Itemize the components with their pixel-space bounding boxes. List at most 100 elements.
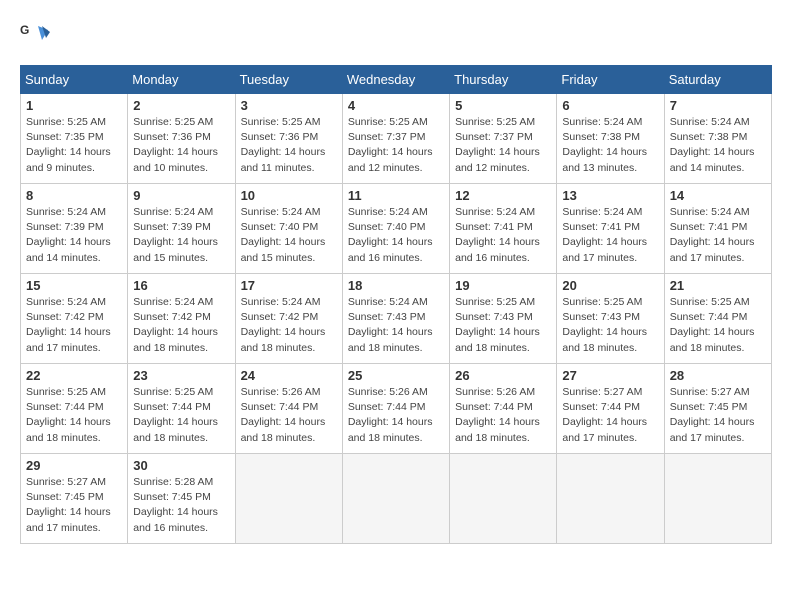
day-number: 21 [670, 278, 766, 293]
daylight-text: Daylight: 14 hours and 18 minutes. [562, 325, 658, 355]
daylight-text: Daylight: 14 hours and 9 minutes. [26, 145, 122, 175]
calendar-header-row: SundayMondayTuesdayWednesdayThursdayFrid… [21, 66, 772, 94]
daylight-text: Daylight: 14 hours and 16 minutes. [455, 235, 551, 265]
sunset-text: Sunset: 7:44 PM [348, 400, 444, 415]
day-info: Sunrise: 5:24 AM Sunset: 7:41 PM Dayligh… [670, 205, 766, 266]
day-header-thursday: Thursday [450, 66, 557, 94]
sunrise-text: Sunrise: 5:26 AM [241, 385, 337, 400]
sunrise-text: Sunrise: 5:24 AM [562, 205, 658, 220]
day-number: 17 [241, 278, 337, 293]
calendar-day-cell: 1 Sunrise: 5:25 AM Sunset: 7:35 PM Dayli… [21, 94, 128, 184]
sunset-text: Sunset: 7:43 PM [455, 310, 551, 325]
daylight-text: Daylight: 14 hours and 17 minutes. [670, 235, 766, 265]
day-info: Sunrise: 5:24 AM Sunset: 7:43 PM Dayligh… [348, 295, 444, 356]
sunset-text: Sunset: 7:43 PM [348, 310, 444, 325]
calendar-day-cell: 19 Sunrise: 5:25 AM Sunset: 7:43 PM Dayl… [450, 274, 557, 364]
day-info: Sunrise: 5:25 AM Sunset: 7:43 PM Dayligh… [562, 295, 658, 356]
day-number: 26 [455, 368, 551, 383]
day-info: Sunrise: 5:27 AM Sunset: 7:44 PM Dayligh… [562, 385, 658, 446]
sunrise-text: Sunrise: 5:25 AM [133, 115, 229, 130]
day-number: 1 [26, 98, 122, 113]
calendar-day-cell: 15 Sunrise: 5:24 AM Sunset: 7:42 PM Dayl… [21, 274, 128, 364]
day-info: Sunrise: 5:25 AM Sunset: 7:44 PM Dayligh… [670, 295, 766, 356]
day-number: 25 [348, 368, 444, 383]
day-number: 11 [348, 188, 444, 203]
day-info: Sunrise: 5:25 AM Sunset: 7:44 PM Dayligh… [133, 385, 229, 446]
daylight-text: Daylight: 14 hours and 18 minutes. [133, 415, 229, 445]
day-info: Sunrise: 5:24 AM Sunset: 7:41 PM Dayligh… [562, 205, 658, 266]
calendar-day-cell: 21 Sunrise: 5:25 AM Sunset: 7:44 PM Dayl… [664, 274, 771, 364]
calendar-day-cell: 30 Sunrise: 5:28 AM Sunset: 7:45 PM Dayl… [128, 454, 235, 544]
calendar-day-cell: 16 Sunrise: 5:24 AM Sunset: 7:42 PM Dayl… [128, 274, 235, 364]
day-number: 29 [26, 458, 122, 473]
sunset-text: Sunset: 7:45 PM [670, 400, 766, 415]
day-header-sunday: Sunday [21, 66, 128, 94]
daylight-text: Daylight: 14 hours and 18 minutes. [241, 415, 337, 445]
sunset-text: Sunset: 7:42 PM [133, 310, 229, 325]
calendar-table: SundayMondayTuesdayWednesdayThursdayFrid… [20, 65, 772, 544]
daylight-text: Daylight: 14 hours and 10 minutes. [133, 145, 229, 175]
day-number: 22 [26, 368, 122, 383]
sunrise-text: Sunrise: 5:27 AM [562, 385, 658, 400]
calendar-day-cell: 5 Sunrise: 5:25 AM Sunset: 7:37 PM Dayli… [450, 94, 557, 184]
day-info: Sunrise: 5:24 AM Sunset: 7:40 PM Dayligh… [241, 205, 337, 266]
sunrise-text: Sunrise: 5:24 AM [133, 295, 229, 310]
calendar-day-cell: 2 Sunrise: 5:25 AM Sunset: 7:36 PM Dayli… [128, 94, 235, 184]
daylight-text: Daylight: 14 hours and 16 minutes. [133, 505, 229, 535]
day-number: 6 [562, 98, 658, 113]
day-number: 30 [133, 458, 229, 473]
logo-icon: G [20, 20, 50, 55]
sunset-text: Sunset: 7:44 PM [455, 400, 551, 415]
sunset-text: Sunset: 7:39 PM [26, 220, 122, 235]
day-info: Sunrise: 5:24 AM Sunset: 7:40 PM Dayligh… [348, 205, 444, 266]
sunrise-text: Sunrise: 5:26 AM [348, 385, 444, 400]
sunrise-text: Sunrise: 5:24 AM [670, 205, 766, 220]
calendar-day-cell: 10 Sunrise: 5:24 AM Sunset: 7:40 PM Dayl… [235, 184, 342, 274]
day-number: 19 [455, 278, 551, 293]
calendar-day-cell: 14 Sunrise: 5:24 AM Sunset: 7:41 PM Dayl… [664, 184, 771, 274]
day-info: Sunrise: 5:24 AM Sunset: 7:42 PM Dayligh… [133, 295, 229, 356]
sunrise-text: Sunrise: 5:24 AM [26, 205, 122, 220]
sunrise-text: Sunrise: 5:24 AM [348, 205, 444, 220]
sunrise-text: Sunrise: 5:24 AM [562, 115, 658, 130]
calendar-day-cell: 3 Sunrise: 5:25 AM Sunset: 7:36 PM Dayli… [235, 94, 342, 184]
sunrise-text: Sunrise: 5:24 AM [241, 205, 337, 220]
sunrise-text: Sunrise: 5:25 AM [562, 295, 658, 310]
day-number: 3 [241, 98, 337, 113]
day-header-friday: Friday [557, 66, 664, 94]
day-info: Sunrise: 5:24 AM Sunset: 7:39 PM Dayligh… [133, 205, 229, 266]
sunset-text: Sunset: 7:41 PM [562, 220, 658, 235]
day-number: 8 [26, 188, 122, 203]
day-number: 12 [455, 188, 551, 203]
sunset-text: Sunset: 7:41 PM [670, 220, 766, 235]
day-number: 7 [670, 98, 766, 113]
sunrise-text: Sunrise: 5:25 AM [26, 385, 122, 400]
day-header-monday: Monday [128, 66, 235, 94]
daylight-text: Daylight: 14 hours and 11 minutes. [241, 145, 337, 175]
day-info: Sunrise: 5:24 AM Sunset: 7:42 PM Dayligh… [26, 295, 122, 356]
sunrise-text: Sunrise: 5:25 AM [455, 115, 551, 130]
sunset-text: Sunset: 7:42 PM [241, 310, 337, 325]
daylight-text: Daylight: 14 hours and 17 minutes. [562, 415, 658, 445]
sunset-text: Sunset: 7:39 PM [133, 220, 229, 235]
calendar-day-cell: 26 Sunrise: 5:26 AM Sunset: 7:44 PM Dayl… [450, 364, 557, 454]
day-info: Sunrise: 5:27 AM Sunset: 7:45 PM Dayligh… [670, 385, 766, 446]
calendar-week-row: 22 Sunrise: 5:25 AM Sunset: 7:44 PM Dayl… [21, 364, 772, 454]
sunset-text: Sunset: 7:41 PM [455, 220, 551, 235]
daylight-text: Daylight: 14 hours and 18 minutes. [26, 415, 122, 445]
daylight-text: Daylight: 14 hours and 18 minutes. [133, 325, 229, 355]
sunrise-text: Sunrise: 5:25 AM [455, 295, 551, 310]
daylight-text: Daylight: 14 hours and 14 minutes. [670, 145, 766, 175]
calendar-day-cell: 12 Sunrise: 5:24 AM Sunset: 7:41 PM Dayl… [450, 184, 557, 274]
day-number: 15 [26, 278, 122, 293]
day-info: Sunrise: 5:25 AM Sunset: 7:35 PM Dayligh… [26, 115, 122, 176]
day-info: Sunrise: 5:25 AM Sunset: 7:43 PM Dayligh… [455, 295, 551, 356]
day-number: 18 [348, 278, 444, 293]
calendar-day-cell: 22 Sunrise: 5:25 AM Sunset: 7:44 PM Dayl… [21, 364, 128, 454]
calendar-day-cell: 28 Sunrise: 5:27 AM Sunset: 7:45 PM Dayl… [664, 364, 771, 454]
calendar-day-cell: 18 Sunrise: 5:24 AM Sunset: 7:43 PM Dayl… [342, 274, 449, 364]
day-info: Sunrise: 5:26 AM Sunset: 7:44 PM Dayligh… [348, 385, 444, 446]
daylight-text: Daylight: 14 hours and 15 minutes. [133, 235, 229, 265]
sunset-text: Sunset: 7:43 PM [562, 310, 658, 325]
day-number: 24 [241, 368, 337, 383]
